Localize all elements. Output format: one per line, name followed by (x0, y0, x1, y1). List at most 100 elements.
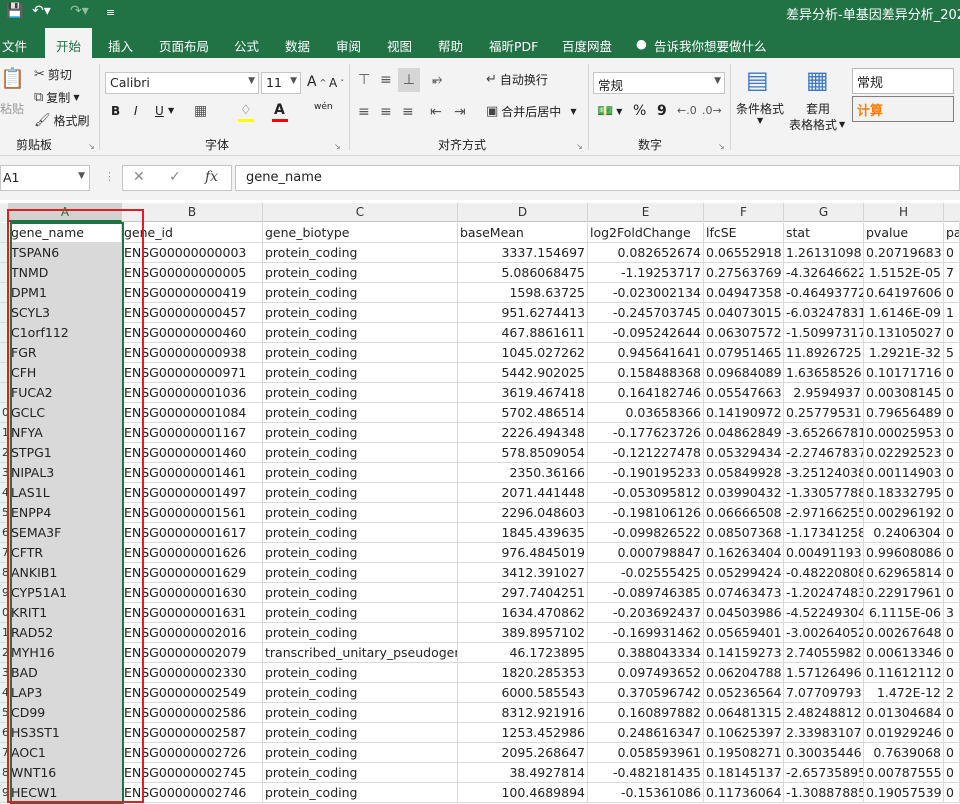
row-number[interactable]: 9 (0, 583, 9, 602)
cell-stat[interactable]: 7.07709793 (784, 683, 864, 702)
cell-gene-name[interactable]: BAD (9, 663, 122, 682)
shrink-font-button[interactable]: Aˇ (329, 76, 344, 90)
row-number[interactable]: 3 (0, 463, 9, 482)
cell-gene-id[interactable]: ENSG00000001626 (122, 543, 263, 562)
cell-gene-biotype[interactable]: protein_coding (263, 763, 458, 782)
cell-padj[interactable]: 0 (944, 763, 960, 782)
orientation-icon[interactable]: ⥵ (432, 72, 442, 87)
cell-padj[interactable]: 1 (944, 303, 960, 322)
dialog-launcher-icon[interactable]: ↘ (334, 142, 341, 151)
number-format-select[interactable]: 常规 ▼ (593, 72, 725, 94)
cell-lfcse[interactable]: 0.06666508 (704, 503, 784, 522)
row-number[interactable] (0, 263, 9, 282)
cell-gene-id[interactable]: ENSG00000000003 (122, 243, 263, 262)
cell-base-mean[interactable]: 2095.268647 (458, 743, 588, 762)
cell-gene-name[interactable]: SCYL3 (9, 303, 122, 322)
cell-gene-biotype[interactable]: protein_coding (263, 623, 458, 642)
cell-log2-fold-change[interactable]: 0.000798847 (588, 543, 704, 562)
cell-stat[interactable]: -3.65266781 (784, 423, 864, 442)
cell-gene-biotype[interactable]: protein_coding (263, 723, 458, 742)
paste-icon[interactable]: 📋 (0, 66, 25, 90)
row-number[interactable]: 6 (0, 523, 9, 542)
row-number[interactable]: 8 (0, 763, 9, 782)
cell-lfcse[interactable]: 0.14159273 (704, 643, 784, 662)
column-header-E[interactable]: E (588, 203, 704, 222)
cell-gene-biotype[interactable]: protein_coding (263, 363, 458, 382)
row-number[interactable] (0, 243, 9, 262)
cell-lfcse[interactable]: 0.06204788 (704, 663, 784, 682)
row-number[interactable] (0, 363, 9, 382)
align-top-icon[interactable]: ⊤ (358, 72, 370, 88)
cell-pvalue[interactable]: 0.2406304 (864, 523, 944, 542)
row-number[interactable]: 2 (0, 643, 9, 662)
cell-gene-name[interactable]: RAD52 (9, 623, 122, 642)
cell-pvalue[interactable]: 1.2921E-32 (864, 343, 944, 362)
tab-page-layout[interactable]: 页面布局 (159, 36, 209, 55)
cell-stat[interactable]: -1.33057788 (784, 483, 864, 502)
cell-base-mean[interactable]: 2296.048603 (458, 503, 588, 522)
cell-lfcse[interactable]: 0.08507368 (704, 523, 784, 542)
cell-pvalue[interactable]: 0.00267648 (864, 623, 944, 642)
cell-padj[interactable]: 0 (944, 423, 960, 442)
cell-gene-name[interactable]: LAP3 (9, 683, 122, 702)
cell-gene-biotype[interactable]: protein_coding (263, 683, 458, 702)
cell-gene-name[interactable]: TSPAN6 (9, 243, 122, 262)
cell-gene-biotype[interactable]: protein_coding (263, 743, 458, 762)
cell-log2-fold-change[interactable]: -0.169931462 (588, 623, 704, 642)
cell-base-mean[interactable]: 1598.63725 (458, 283, 588, 302)
cell-stat[interactable]: -1.50997317 (784, 323, 864, 342)
cell-log2-fold-change[interactable]: -0.245703745 (588, 303, 704, 322)
increase-indent-icon[interactable]: ⇥ (454, 104, 466, 120)
format-as-table-icon[interactable]: ▦ (806, 66, 829, 94)
decrease-decimal-icon[interactable]: .0→ (702, 104, 722, 117)
cell-log2-fold-change[interactable]: -0.095242644 (588, 323, 704, 342)
cell-stat[interactable]: 0.30035446 (784, 743, 864, 762)
dialog-launcher-icon[interactable]: ↘ (576, 142, 583, 151)
cell-lfcse[interactable]: 0.07463473 (704, 583, 784, 602)
cell-padj[interactable]: 0 (944, 643, 960, 662)
cell-base-mean[interactable]: 1045.027262 (458, 343, 588, 362)
row-number[interactable]: 0 (0, 403, 9, 422)
cell-gene-name[interactable]: NIPAL3 (9, 463, 122, 482)
column-header-A[interactable]: A (9, 203, 122, 222)
cell-padj[interactable]: 0 (944, 623, 960, 642)
cell-stat[interactable]: -0.46493772 (784, 283, 864, 302)
fill-color-icon[interactable]: ♢ (240, 103, 252, 118)
cell-gene-id[interactable]: ENSG00000001167 (122, 423, 263, 442)
cell-gene-biotype[interactable]: protein_coding (263, 423, 458, 442)
cell-gene-name[interactable]: DPM1 (9, 283, 122, 302)
cell-gene-name[interactable]: TNMD (9, 263, 122, 282)
cell-padj[interactable]: 0 (944, 663, 960, 682)
cell-padj[interactable]: 0 (944, 363, 960, 382)
cell-gene-name[interactable]: KRIT1 (9, 603, 122, 622)
cell-stat[interactable]: 2.74055982 (784, 643, 864, 662)
save-icon[interactable]: 💾 (6, 3, 23, 19)
cell-base-mean[interactable]: 3412.391027 (458, 563, 588, 582)
cell-stat[interactable]: -4.52249304 (784, 603, 864, 622)
column-header-I[interactable] (944, 203, 960, 222)
align-left-icon[interactable]: ≡ (358, 104, 370, 120)
grow-font-button[interactable]: A ^ (307, 74, 326, 90)
cell-gene-id[interactable]: ENSG00000002079 (122, 643, 263, 662)
cell-gene-biotype[interactable]: protein_coding (263, 543, 458, 562)
cell-stat[interactable]: -1.20247483 (784, 583, 864, 602)
cell-base-mean[interactable]: 1845.439635 (458, 523, 588, 542)
redo-icon[interactable]: ↷▾ (70, 3, 89, 19)
tab-view[interactable]: 视图 (387, 36, 412, 55)
row-number[interactable]: 7 (0, 743, 9, 762)
row-number[interactable]: 3 (0, 663, 9, 682)
tab-file[interactable]: 文件 (2, 36, 27, 55)
cell-gene-id[interactable]: ENSG00000000419 (122, 283, 263, 302)
cell-pvalue[interactable]: 0.13105027 (864, 323, 944, 342)
row-number[interactable]: 5 (0, 503, 9, 522)
cell-gene-biotype[interactable]: protein_coding (263, 503, 458, 522)
cell-log2-fold-change[interactable]: 0.160897882 (588, 703, 704, 722)
cell-lfcse[interactable]: 0.06481315 (704, 703, 784, 722)
tab-foxit-pdf[interactable]: 福昕PDF (489, 36, 538, 55)
align-center-icon[interactable]: ≡ (380, 104, 392, 120)
formula-input[interactable]: gene_name (235, 165, 960, 191)
cell-pvalue[interactable]: 0.01929246 (864, 723, 944, 742)
cell-lfcse[interactable]: 0.07951465 (704, 343, 784, 362)
cell-base-mean[interactable]: 5702.486514 (458, 403, 588, 422)
cell-gene-id[interactable]: ENSG00000000938 (122, 343, 263, 362)
